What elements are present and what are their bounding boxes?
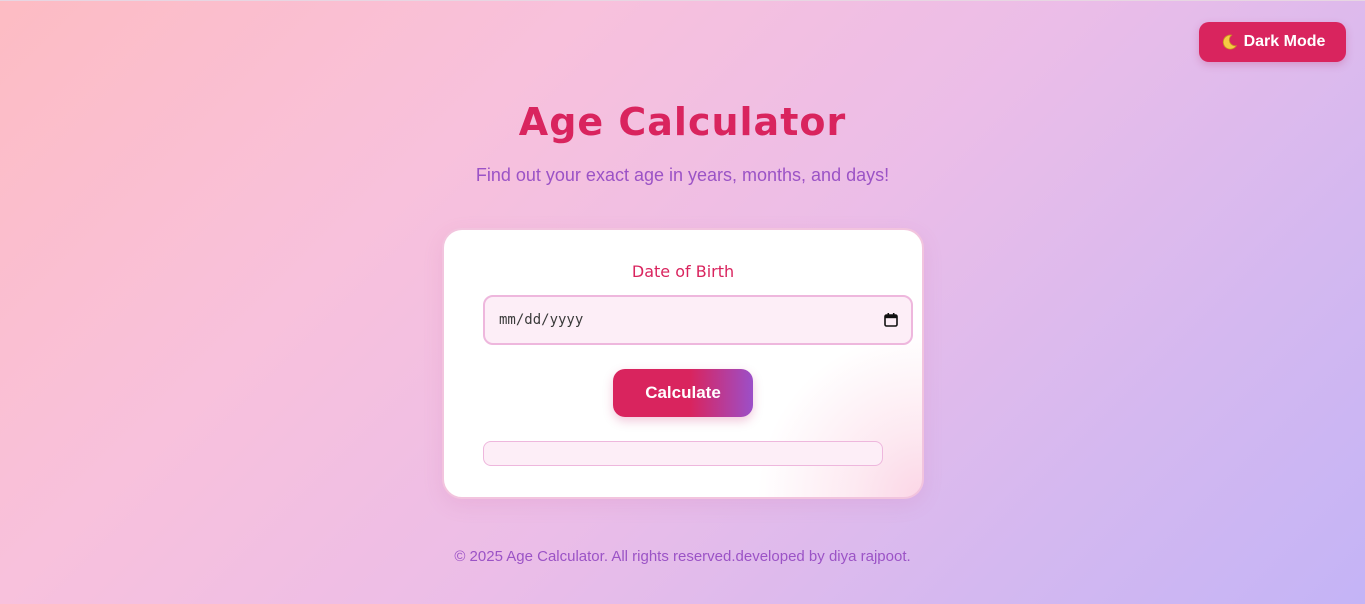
moon-icon bbox=[1220, 33, 1238, 51]
page-subtitle: Find out your exact age in years, months… bbox=[475, 165, 890, 185]
page-title: Age Calculator bbox=[518, 100, 847, 144]
footer-text: © 2025 Age Calculator. All rights reserv… bbox=[454, 548, 911, 565]
dark-mode-label: Dark Mode bbox=[1243, 33, 1326, 50]
dob-date-input[interactable]: mm/dd/yyyy bbox=[483, 295, 913, 345]
dark-mode-button[interactable]: Dark Mode bbox=[1199, 22, 1346, 62]
calendar-icon[interactable] bbox=[883, 312, 899, 328]
calculate-button[interactable]: Calculate bbox=[613, 369, 753, 417]
result-box bbox=[483, 441, 883, 466]
top-border bbox=[0, 0, 1365, 1]
dob-label: Date of Birth bbox=[631, 262, 735, 281]
date-placeholder: mm/dd/yyyy bbox=[499, 312, 584, 328]
